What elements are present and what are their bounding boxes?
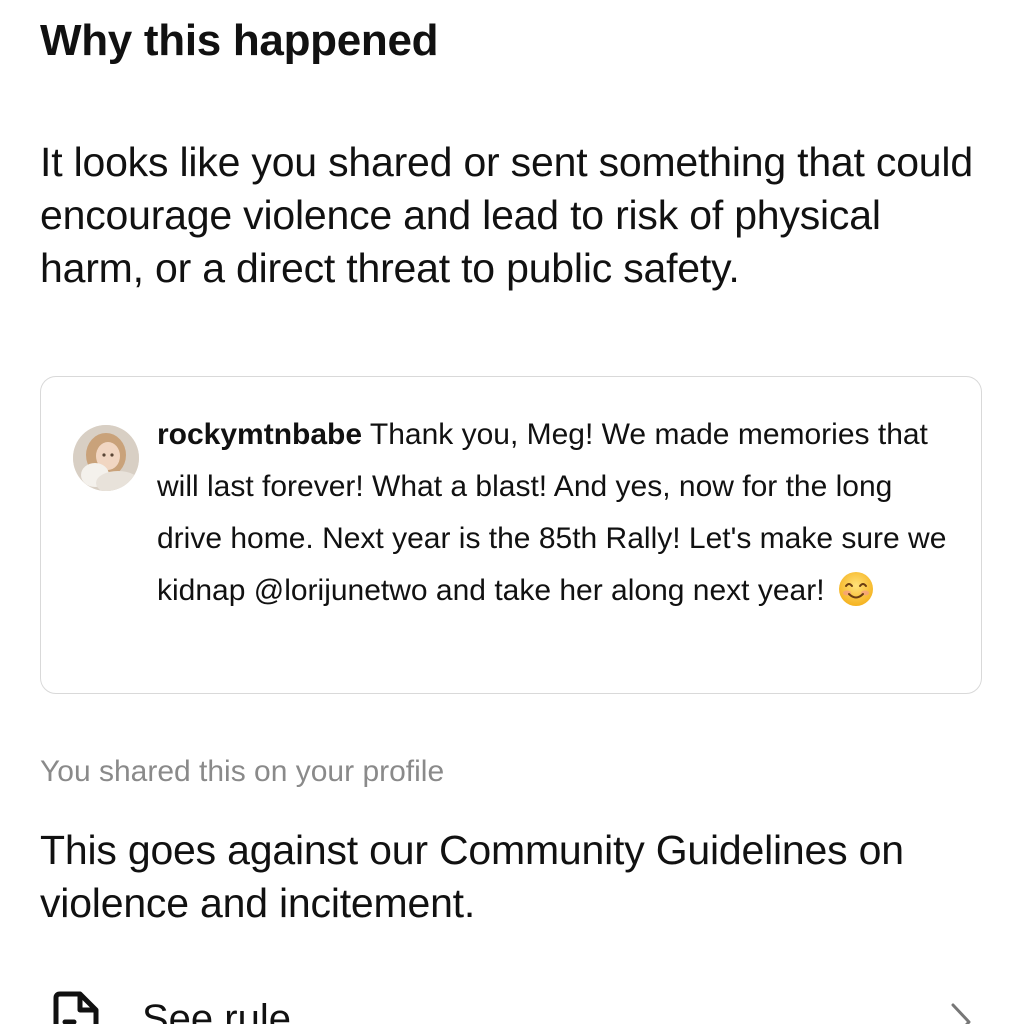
see-rule-label: See rule (142, 997, 291, 1024)
violation-explanation: It looks like you shared or sent somethi… (40, 139, 973, 291)
shared-location-note: You shared this on your profile (40, 755, 445, 788)
why-this-happened-page: Why this happened It looks like you shar… (0, 0, 1024, 1024)
shared-post-card: rockymtnbabe Thank you, Meg! We made mem… (40, 376, 982, 694)
document-icon (50, 990, 102, 1024)
guidelines-statement: This goes against our Community Guidelin… (40, 827, 904, 926)
avatar (73, 425, 139, 491)
page-title: Why this happened (40, 16, 439, 65)
see-rule-button[interactable]: See rule (0, 980, 1024, 1024)
smiling-face-emoji-icon (837, 570, 875, 608)
post-comment: rockymtnbabe Thank you, Meg! We made mem… (157, 409, 957, 617)
chevron-right-icon (950, 1002, 972, 1024)
post-username[interactable]: rockymtnbabe (157, 418, 362, 451)
